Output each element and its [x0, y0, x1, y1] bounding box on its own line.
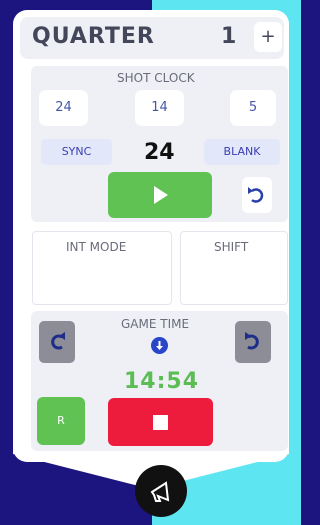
horn-icon: [150, 481, 170, 502]
quarter-increment-button[interactable]: +: [254, 22, 282, 52]
int-mode-label: INT MODE: [66, 240, 127, 254]
play-icon: [154, 186, 168, 204]
shot-preset-14-button[interactable]: 14: [135, 90, 184, 126]
horn-button[interactable]: [135, 465, 187, 517]
game-clock-stop-button[interactable]: [108, 398, 213, 446]
game-time-title: GAME TIME: [121, 317, 190, 331]
stop-icon: [153, 415, 168, 430]
shot-preset-24-button[interactable]: 24: [39, 90, 88, 126]
game-clock-value: 14:54: [124, 369, 200, 394]
arrow-down-icon[interactable]: [151, 337, 168, 354]
game-time-redo-button[interactable]: [39, 321, 75, 363]
quarter-value: 1: [221, 24, 237, 49]
r-button[interactable]: R: [37, 397, 85, 445]
shot-clock-title: SHOT CLOCK: [117, 71, 195, 85]
shot-clock-play-button[interactable]: [108, 172, 212, 218]
shift-label: SHIFT: [214, 240, 249, 254]
reset-icon: [248, 187, 264, 203]
redo-icon: [51, 332, 65, 350]
quarter-label: QUARTER: [32, 24, 155, 49]
shot-clock-reset-button[interactable]: [242, 177, 272, 213]
undo-icon: [245, 332, 259, 350]
game-time-undo-button[interactable]: [235, 321, 271, 363]
shot-clock-value: 24: [144, 140, 175, 165]
shot-preset-5-button[interactable]: 5: [230, 90, 276, 126]
blank-button[interactable]: BLANK: [204, 139, 280, 165]
sync-button[interactable]: SYNC: [41, 139, 112, 165]
